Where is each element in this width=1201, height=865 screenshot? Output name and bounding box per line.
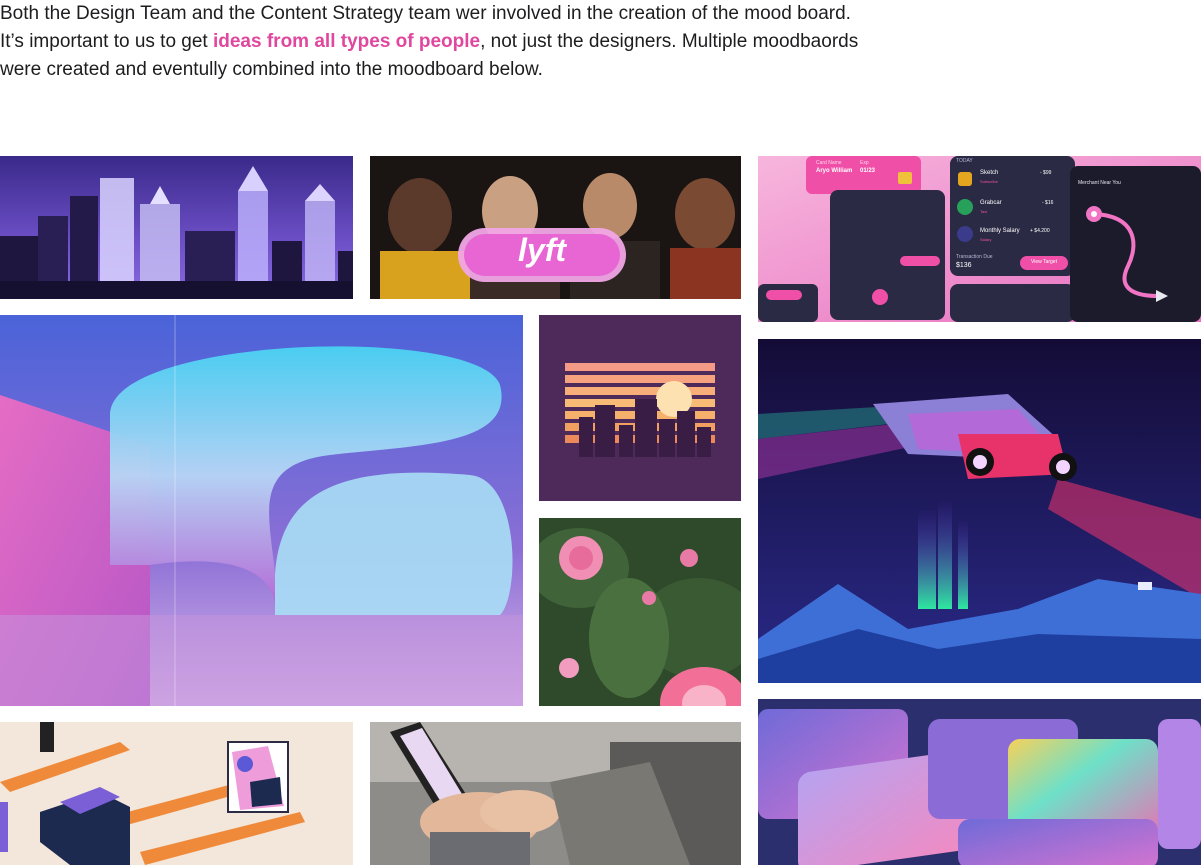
app-view-target-button: View Target [1031,259,1057,265]
app-today-label: TODAY [956,158,973,164]
moodboard-phone-hands [370,722,741,865]
intro-paragraph: Both the Design Team and the Content Str… [0,0,880,84]
moodboard-cybertruck-aurora [758,339,1201,683]
app-exp-value: 01/23 [860,168,876,174]
lyft-sign-text: lyft [518,232,566,268]
app-transaction-label: Transaction Due [956,254,993,260]
app-transaction-value: $136 [956,262,972,269]
app-row-1-name: Sketch [980,170,999,176]
moodboard-app-ui: Card Name Aryo William Exp 01/23 TODAY S… [758,156,1201,322]
app-row-1-amount: - $99 [1040,170,1052,176]
app-row-2-sub: Taxi [980,209,988,214]
moodboard-pink-flowers [539,518,741,706]
moodboard-gradient-ribbon [0,315,523,706]
app-row-3-name: Monthly Salary [980,228,1020,234]
moodboard-lyft-riders: lyft [370,156,741,299]
app-card-name: Aryo William [816,168,853,174]
intro-highlight: ideas from all types of people [212,31,481,52]
app-row-2-amount: - $16 [1042,200,1054,206]
moodboard-city-skyline [0,156,353,299]
moodboard-gradient-cards [758,699,1201,865]
app-map-title: Merchant Near You [1078,180,1121,186]
app-card-label: Card Name [816,160,842,166]
app-row-1-sub: Subscribe [980,179,998,184]
app-row-3-sub: Salary [980,237,992,242]
app-row-2-name: Grabcar [980,200,1002,206]
moodboard-sunset-city [539,315,741,501]
app-exp-label: Exp [860,160,869,166]
app-row-3-amount: + $4.200 [1030,228,1050,234]
moodboard-isometric-illustration [0,722,353,865]
